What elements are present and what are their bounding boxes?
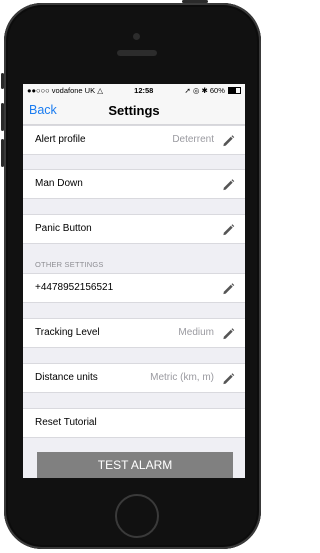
alert-profile-label: Alert profile bbox=[35, 134, 86, 145]
pencil-icon[interactable] bbox=[222, 223, 235, 236]
earpiece-speaker bbox=[117, 50, 157, 56]
tracking-level-label: Tracking Level bbox=[35, 327, 100, 338]
status-right: ➚ ◎ ✱ 60% bbox=[185, 86, 241, 95]
alert-profile-value: Deterrent bbox=[172, 134, 214, 145]
panic-button-label: Panic Button bbox=[35, 223, 92, 234]
page-title: Settings bbox=[108, 103, 160, 118]
section-header-other-settings: OTHER SETTINGS bbox=[35, 260, 104, 269]
phone-number-row[interactable]: +4478952156521 bbox=[23, 273, 245, 303]
carrier-label: ●●○○○ vodafone UK △ bbox=[27, 86, 103, 95]
distance-units-value: Metric (km, m) bbox=[150, 372, 214, 383]
panic-button-row[interactable]: Panic Button bbox=[23, 214, 245, 244]
man-down-label: Man Down bbox=[35, 178, 83, 189]
alert-profile-row[interactable]: Alert profile Deterrent bbox=[23, 125, 245, 155]
pencil-icon[interactable] bbox=[222, 282, 235, 295]
man-down-row[interactable]: Man Down bbox=[23, 169, 245, 199]
battery-percent: 60% bbox=[209, 85, 225, 95]
home-button[interactable] bbox=[115, 494, 159, 538]
app-screen: ●●○○○ vodafone UK △ 12:58 ➚ ◎ ✱ 60% Back… bbox=[23, 84, 245, 478]
volume-down-button bbox=[1, 139, 4, 167]
status-indicators: ➚ ◎ ✱ bbox=[184, 85, 208, 95]
distance-units-label: Distance units bbox=[35, 372, 98, 383]
tracking-level-row[interactable]: Tracking Level Medium bbox=[23, 318, 245, 348]
navigation-bar: Back Settings bbox=[23, 96, 245, 125]
battery-icon bbox=[228, 87, 241, 95]
battery-fill bbox=[229, 88, 236, 94]
status-bar: ●●○○○ vodafone UK △ 12:58 ➚ ◎ ✱ 60% bbox=[23, 84, 245, 96]
clock: 12:58 bbox=[134, 85, 154, 95]
reset-tutorial-label: Reset Tutorial bbox=[35, 417, 97, 428]
phone-number-label: +4478952156521 bbox=[35, 282, 114, 293]
power-button bbox=[182, 0, 208, 3]
reset-tutorial-row[interactable]: Reset Tutorial bbox=[23, 408, 245, 438]
distance-units-row[interactable]: Distance units Metric (km, m) bbox=[23, 363, 245, 393]
pencil-icon[interactable] bbox=[222, 327, 235, 340]
tracking-level-value: Medium bbox=[178, 327, 214, 338]
pencil-icon[interactable] bbox=[222, 372, 235, 385]
pencil-icon[interactable] bbox=[222, 178, 235, 191]
test-alarm-button[interactable]: TEST ALARM bbox=[37, 452, 233, 478]
volume-up-button bbox=[1, 103, 4, 131]
mute-switch bbox=[1, 73, 4, 89]
wifi-icon: △ bbox=[97, 85, 103, 95]
front-camera bbox=[133, 33, 140, 40]
pencil-icon[interactable] bbox=[222, 134, 235, 147]
carrier-text: ●●○○○ vodafone UK bbox=[27, 85, 96, 95]
